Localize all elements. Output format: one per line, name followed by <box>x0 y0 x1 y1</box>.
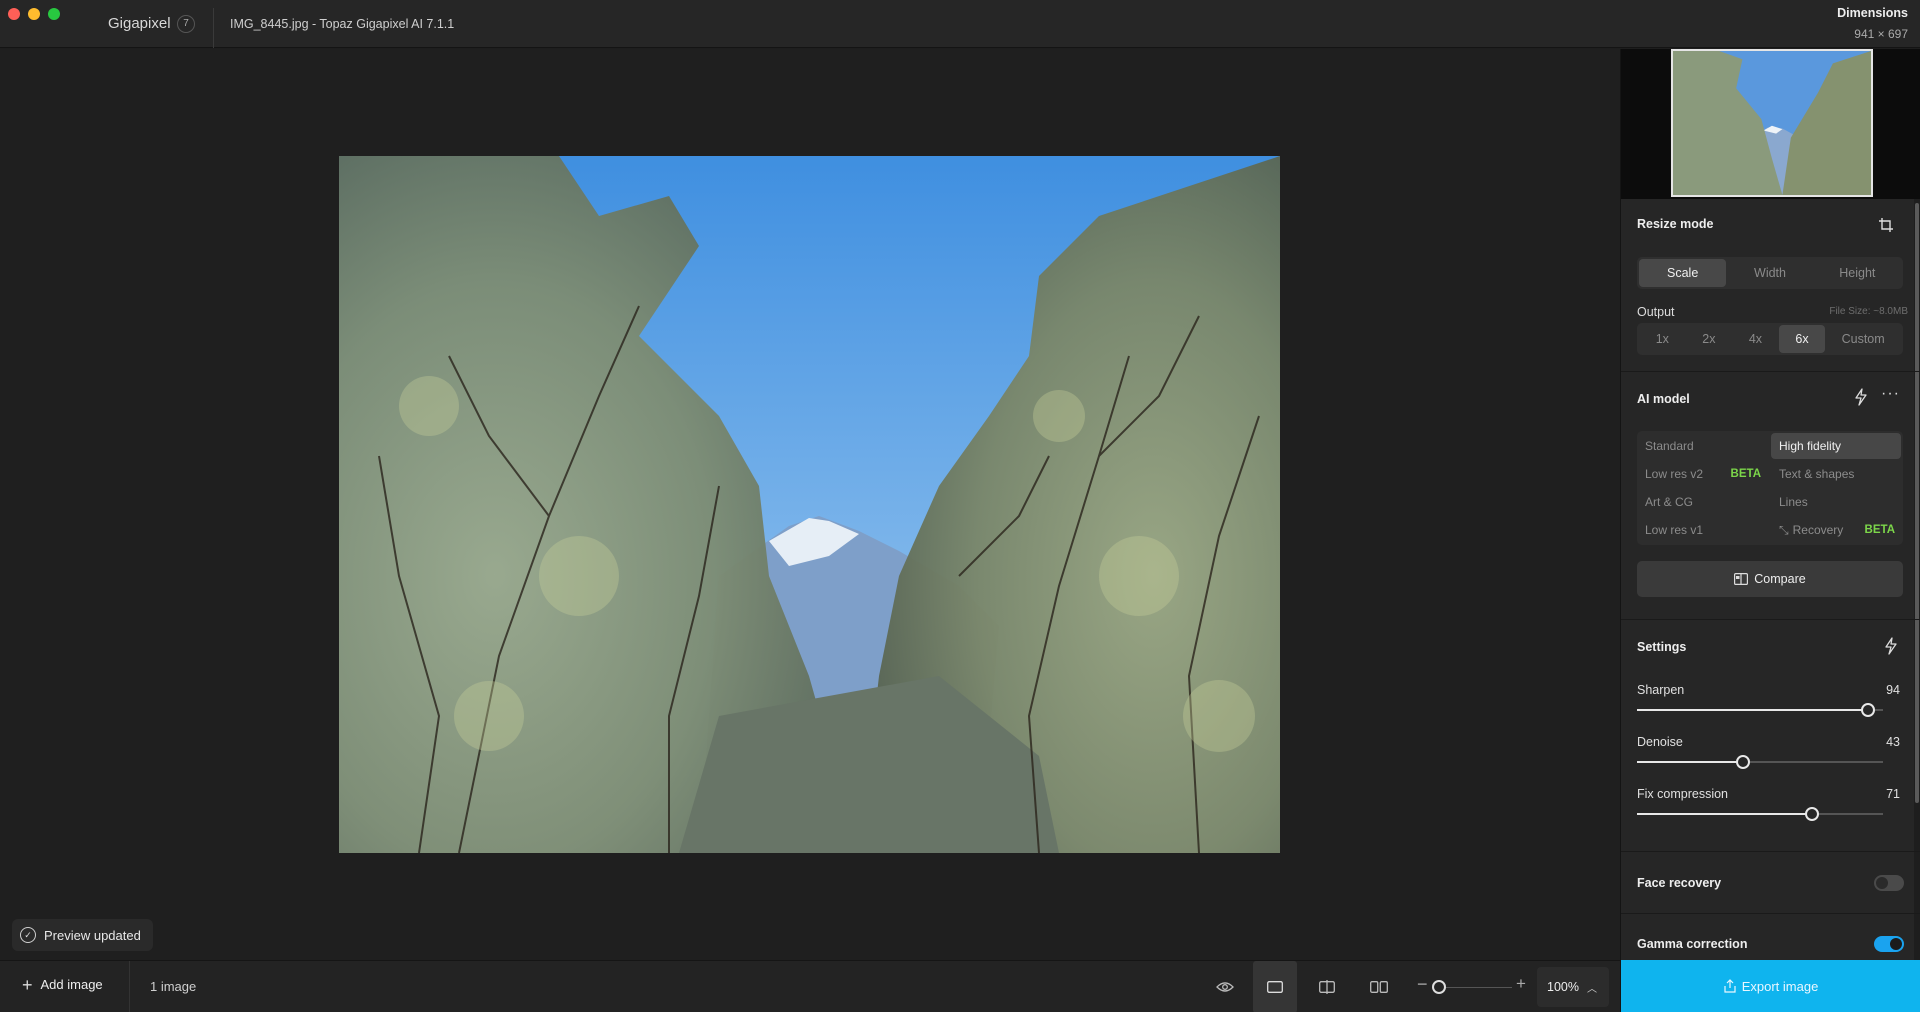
face-recovery-label: Face recovery <box>1637 876 1722 890</box>
section-divider <box>1621 619 1920 620</box>
autopilot-icon[interactable] <box>1854 388 1868 406</box>
denoise-slider-fill <box>1637 761 1743 763</box>
denoise-value: 43 <box>1886 735 1900 749</box>
fix-compression-slider-fill <box>1637 813 1812 815</box>
split-view-icon[interactable] <box>1305 973 1349 1001</box>
navigator-thumbnail[interactable] <box>1671 49 1873 197</box>
dimensions-value: 941 × 697 <box>1854 27 1908 41</box>
sharpen-slider[interactable] <box>1637 703 1883 717</box>
toolbar-divider <box>129 961 130 1012</box>
tab-width[interactable]: Width <box>1726 259 1813 287</box>
denoise-label: Denoise <box>1637 735 1683 749</box>
model-lines[interactable]: Lines <box>1771 489 1901 515</box>
version-badge: 7 <box>177 15 195 33</box>
eye-icon[interactable] <box>1203 973 1247 1001</box>
toast-text: Preview updated <box>44 927 141 943</box>
output-scale-selector: 1x 2x 4x 6x Custom <box>1637 323 1903 355</box>
export-image-button[interactable]: Export image <box>1621 960 1920 1012</box>
more-options-icon[interactable]: ··· <box>1881 385 1900 403</box>
single-view-icon[interactable] <box>1253 961 1297 1012</box>
fix-compression-value: 71 <box>1886 787 1900 801</box>
minimize-window-button[interactable] <box>28 8 40 20</box>
section-divider <box>1621 851 1920 852</box>
add-image-button[interactable]: + Add image <box>22 974 103 995</box>
gamma-correction-toggle[interactable] <box>1874 936 1904 952</box>
panel-scrollbar[interactable] <box>1914 199 1920 979</box>
beta-badge: BETA <box>1730 468 1761 480</box>
sharpen-value: 94 <box>1886 683 1900 697</box>
fix-compression-label: Fix compression <box>1637 787 1728 801</box>
beta-badge: BETA <box>1864 524 1895 536</box>
resize-mode-title: Resize mode <box>1637 217 1714 231</box>
compare-label: Compare <box>1754 572 1806 586</box>
sharpen-label: Sharpen <box>1637 683 1685 697</box>
navigator <box>1621 49 1920 199</box>
zoom-in-button[interactable]: + <box>1516 974 1526 994</box>
sharpen-slider-handle[interactable] <box>1861 703 1876 717</box>
gamma-correction-label: Gamma correction <box>1637 937 1748 951</box>
model-low-res-v1[interactable]: Low res v1 <box>1637 517 1767 543</box>
compare-button[interactable]: Compare <box>1637 561 1903 597</box>
add-image-label: Add image <box>40 977 103 992</box>
close-window-button[interactable] <box>8 8 20 20</box>
model-text-shapes[interactable]: Text & shapes <box>1771 461 1901 487</box>
model-high-fidelity[interactable]: High fidelity <box>1771 433 1901 459</box>
zoom-level-value: 100% <box>1547 980 1579 994</box>
zoom-out-button[interactable]: − <box>1417 974 1428 995</box>
export-label: Export image <box>1741 978 1819 994</box>
zoom-slider-handle[interactable] <box>1432 980 1446 994</box>
model-standard[interactable]: Standard <box>1637 433 1767 459</box>
fix-compression-slider-handle[interactable] <box>1804 807 1819 821</box>
scale-1x[interactable]: 1x <box>1639 325 1686 353</box>
chevron-up-icon: ︿ <box>1586 983 1597 995</box>
sharpen-slider-fill <box>1637 709 1869 711</box>
ai-model-title: AI model <box>1637 392 1690 406</box>
scale-4x[interactable]: 4x <box>1732 325 1779 353</box>
model-low-res-v2[interactable]: Low res v2 BETA <box>1637 461 1767 487</box>
file-size: File Size: ~8.0MB <box>1829 306 1908 317</box>
preview-canvas[interactable]: ✓ Preview updated <box>0 49 1620 960</box>
crop-icon[interactable] <box>1878 217 1894 233</box>
scale-custom[interactable]: Custom <box>1825 325 1901 353</box>
export-icon <box>1724 979 1736 993</box>
image-count: 1 image <box>150 979 197 994</box>
bottom-toolbar: + Add image 1 image − + 100% ︿ <box>0 960 1620 1012</box>
check-circle-icon: ✓ <box>20 927 36 943</box>
preview-updated-toast: ✓ Preview updated <box>12 919 153 951</box>
model-recovery[interactable]: ⤡ Recovery BETA <box>1771 517 1901 543</box>
section-divider <box>1621 371 1920 372</box>
ai-model-grid: Standard High fidelity Low res v2 BETA Te… <box>1637 431 1903 545</box>
face-recovery-toggle[interactable] <box>1874 875 1904 891</box>
auto-settings-icon[interactable] <box>1884 637 1898 655</box>
tab-height[interactable]: Height <box>1814 259 1901 287</box>
denoise-slider-handle[interactable] <box>1735 755 1750 769</box>
output-label: Output <box>1637 305 1675 319</box>
resize-mode-selector: Scale Width Height <box>1637 257 1903 289</box>
right-panel: Resize mode Scale Width Height Output Fi… <box>1620 49 1920 1012</box>
title-divider <box>213 8 214 48</box>
app-name: Gigapixel <box>108 15 171 32</box>
scale-2x[interactable]: 2x <box>1686 325 1733 353</box>
preview-image[interactable] <box>339 156 1280 853</box>
dimensions-label: Dimensions <box>1837 6 1908 20</box>
window-title: IMG_8445.jpg - Topaz Gigapixel AI 7.1.1 <box>230 17 455 31</box>
settings-title: Settings <box>1637 640 1687 654</box>
zoom-window-button[interactable] <box>48 8 60 20</box>
scale-6x[interactable]: 6x <box>1778 325 1826 353</box>
plus-icon: + <box>22 974 33 995</box>
fix-compression-slider[interactable] <box>1637 807 1883 821</box>
model-art-cg[interactable]: Art & CG <box>1637 489 1767 515</box>
tab-scale[interactable]: Scale <box>1639 259 1727 287</box>
wand-icon: ⤡ <box>1779 522 1789 537</box>
compare-icon <box>1734 573 1749 585</box>
section-divider <box>1621 913 1920 914</box>
title-bar: Gigapixel 7 IMG_8445.jpg - Topaz Gigapix… <box>0 0 1920 48</box>
zoom-level-dropdown[interactable]: 100% ︿ <box>1537 967 1609 1007</box>
side-by-side-icon[interactable] <box>1357 973 1401 1001</box>
denoise-slider[interactable] <box>1637 755 1883 769</box>
